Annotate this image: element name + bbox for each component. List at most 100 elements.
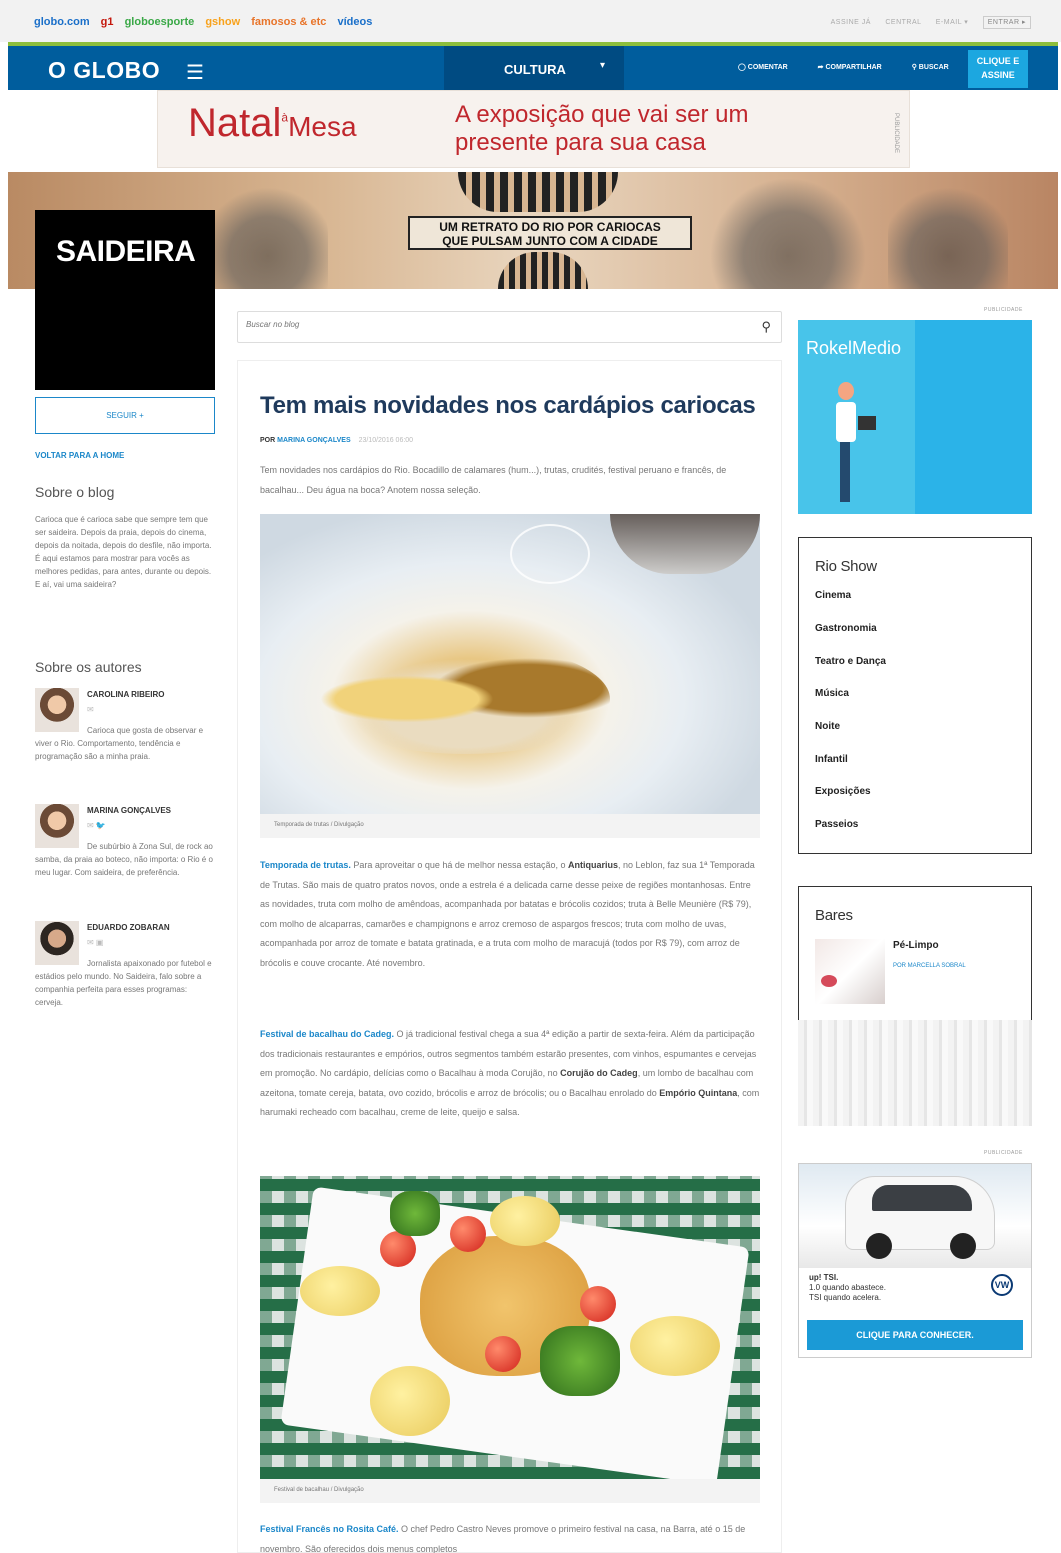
ad-text-line2: 1.0 quando abastece.	[809, 1283, 886, 1292]
car-wheel	[950, 1233, 976, 1259]
hamburger-menu-icon[interactable]: ☰	[186, 60, 204, 85]
network-links: globo.com g1 globoesporte gshow famosos …	[34, 16, 380, 28]
bar-thumbnail[interactable]	[815, 939, 885, 1004]
rocket-ad[interactable]: RokelMedio	[798, 320, 1032, 514]
share-button[interactable]: ➦ COMPARTILHAR	[818, 64, 896, 71]
paragraph-keyword: Festival Francês no Rosita Café.	[260, 1524, 399, 1534]
rio-show-item-infantil[interactable]: Infantil	[815, 754, 848, 765]
network-bar: globo.com g1 globoesporte gshow famosos …	[0, 0, 1061, 42]
ad-brand-mesa: Mesa	[288, 111, 357, 142]
rio-show-widget: Rio Show Cinema Gastronomia Teatro e Dan…	[798, 537, 1032, 854]
article-title[interactable]: Tem mais novidades nos cardápios carioca…	[260, 392, 756, 420]
potato-shape	[630, 1316, 720, 1376]
ad-label: PUBLICIDADE	[984, 307, 1023, 313]
site-logo[interactable]: O GLOBO	[48, 57, 160, 84]
assine-ja-link[interactable]: ASSINE JÁ	[831, 19, 871, 26]
network-link-globoesporte[interactable]: globoesporte	[125, 16, 195, 28]
rio-show-item-gastronomia[interactable]: Gastronomia	[815, 623, 877, 634]
network-link-famosos[interactable]: famosos & etc	[251, 16, 326, 28]
author-name[interactable]: EDUARDO ZOBARAN	[87, 923, 170, 932]
photo-caption: Temporada de trutas / Divulgação	[260, 814, 760, 838]
byline-author[interactable]: MARINA GONÇALVES	[277, 437, 351, 444]
blog-search: ⚲	[237, 311, 782, 343]
ad-logo: RokelMedio	[806, 338, 902, 358]
about-blog-heading: Sobre o blog	[35, 484, 115, 500]
subscribe-line2: ASSINE	[981, 70, 1015, 80]
trout-dish-photo[interactable]	[260, 514, 760, 814]
network-link-gshow[interactable]: gshow	[205, 16, 240, 28]
cta-button[interactable]: CLIQUE PARA CONHECER.	[807, 1320, 1023, 1350]
rio-show-item-cinema[interactable]: Cinema	[815, 590, 851, 601]
car-window	[872, 1185, 972, 1211]
header-tools: ◯ COMENTAR ➦ COMPARTILHAR ⚲ BUSCAR	[738, 63, 977, 71]
ad-brand: NatalàMesa	[188, 101, 357, 146]
section-label: CULTURA	[504, 62, 566, 77]
comment-label: COMENTAR	[747, 64, 788, 71]
wood-texture	[798, 1020, 1032, 1126]
author-bio: Jornalista apaixonado por futebol e está…	[35, 959, 212, 1007]
ad-label: PUBLICIDADE	[984, 1150, 1023, 1156]
login-button[interactable]: ENTRAR ▸	[982, 16, 1031, 29]
author-name[interactable]: CAROLINA RIBEIRO	[87, 690, 164, 699]
bar-title[interactable]: Pé-Limpo	[893, 940, 939, 951]
fan-ornament	[498, 252, 588, 289]
potato-shape	[370, 1366, 450, 1436]
mail-icon[interactable]: ✉	[87, 705, 94, 714]
tomato-shape	[485, 1336, 521, 1372]
network-link-globo[interactable]: globo.com	[34, 16, 90, 28]
blog-name: SAIDEIRA	[56, 235, 196, 268]
back-home-link[interactable]: VOLTAR PARA A HOME	[35, 451, 124, 460]
section-selector[interactable]: CULTURA ▾	[444, 46, 624, 90]
author-bio: Carioca que gosta de observar e viver o …	[35, 726, 204, 761]
person-illustration	[834, 382, 876, 502]
car-wheel	[866, 1233, 892, 1259]
bares-widget: Bares Pé-Limpo POR MARCELLA SOBRAL	[798, 886, 1032, 1020]
comment-button[interactable]: ◯ COMENTAR	[738, 64, 802, 71]
hero-line2: QUE PULSAM JUNTO COM A CIDADE	[442, 234, 658, 248]
palm-illustration	[888, 179, 1008, 289]
ad-copy: A exposição que vai ser um presente para…	[455, 101, 749, 157]
rio-show-item-passeios[interactable]: Passeios	[815, 819, 858, 830]
hero-line1: UM RETRATO DO RIO POR CARIOCAS	[439, 220, 661, 234]
tomato-shape	[380, 1231, 416, 1267]
person-head	[838, 382, 854, 400]
article-paragraph: Temporada de trutas. Para aproveitar o q…	[260, 856, 760, 973]
bar-author[interactable]: POR MARCELLA SOBRAL	[893, 963, 966, 969]
search-button[interactable]: ⚲ BUSCAR	[912, 64, 963, 71]
rio-show-item-noite[interactable]: Noite	[815, 721, 840, 732]
article-date: 23/10/2016 06:00	[358, 437, 414, 444]
rio-show-item-musica[interactable]: Música	[815, 688, 849, 699]
social-icons[interactable]: ✉ ▣	[87, 938, 103, 947]
rio-show-item-teatro[interactable]: Teatro e Dança	[815, 656, 886, 667]
social-icons[interactable]: ✉ 🐦	[87, 821, 106, 830]
about-authors-heading: Sobre os autores	[35, 659, 142, 675]
network-link-videos[interactable]: vídeos	[337, 16, 372, 28]
author-name[interactable]: MARINA GONÇALVES	[87, 806, 171, 815]
codfish-dish-photo[interactable]	[260, 1176, 760, 1479]
blog-logo[interactable]: SAIDEIRA	[35, 210, 215, 390]
email-link[interactable]: E-MAIL ▾	[936, 19, 969, 26]
paragraph-text: , no Leblon, faz sua 1ª Temporada de Tru…	[260, 860, 755, 968]
network-link-g1[interactable]: g1	[101, 16, 114, 28]
place-name: Empório Quintana	[659, 1087, 738, 1098]
search-label: BUSCAR	[918, 64, 949, 71]
vw-ad[interactable]: up! TSI. 1.0 quando abastece. TSI quando…	[798, 1163, 1032, 1358]
rio-show-title[interactable]: Rio Show	[815, 558, 877, 575]
share-label: COMPARTILHAR	[825, 64, 882, 71]
article-paragraph: Festival Francês no Rosita Café. O chef …	[260, 1520, 760, 1553]
bares-title[interactable]: Bares	[815, 907, 853, 924]
central-link[interactable]: CENTRAL	[885, 19, 921, 26]
ad-text-line1: up! TSI.	[809, 1273, 839, 1282]
follow-button[interactable]: SEGUIR +	[35, 397, 215, 434]
ad-brand-natal: Natal	[188, 101, 282, 145]
subscribe-button[interactable]: CLIQUE E ASSINE	[968, 50, 1028, 88]
fan-ornament	[458, 172, 618, 212]
paragraph-keyword: Festival de bacalhau do Cadeg.	[260, 1029, 395, 1039]
paragraph-keyword: Temporada de trutas.	[260, 860, 351, 870]
search-input[interactable]	[246, 320, 726, 329]
search-icon[interactable]: ⚲	[761, 319, 771, 335]
rio-show-item-exposicoes[interactable]: Exposições	[815, 786, 871, 797]
top-ad-banner[interactable]: NatalàMesa A exposição que vai ser um pr…	[157, 90, 910, 168]
laptop-icon	[858, 416, 876, 430]
person-body	[836, 402, 856, 442]
